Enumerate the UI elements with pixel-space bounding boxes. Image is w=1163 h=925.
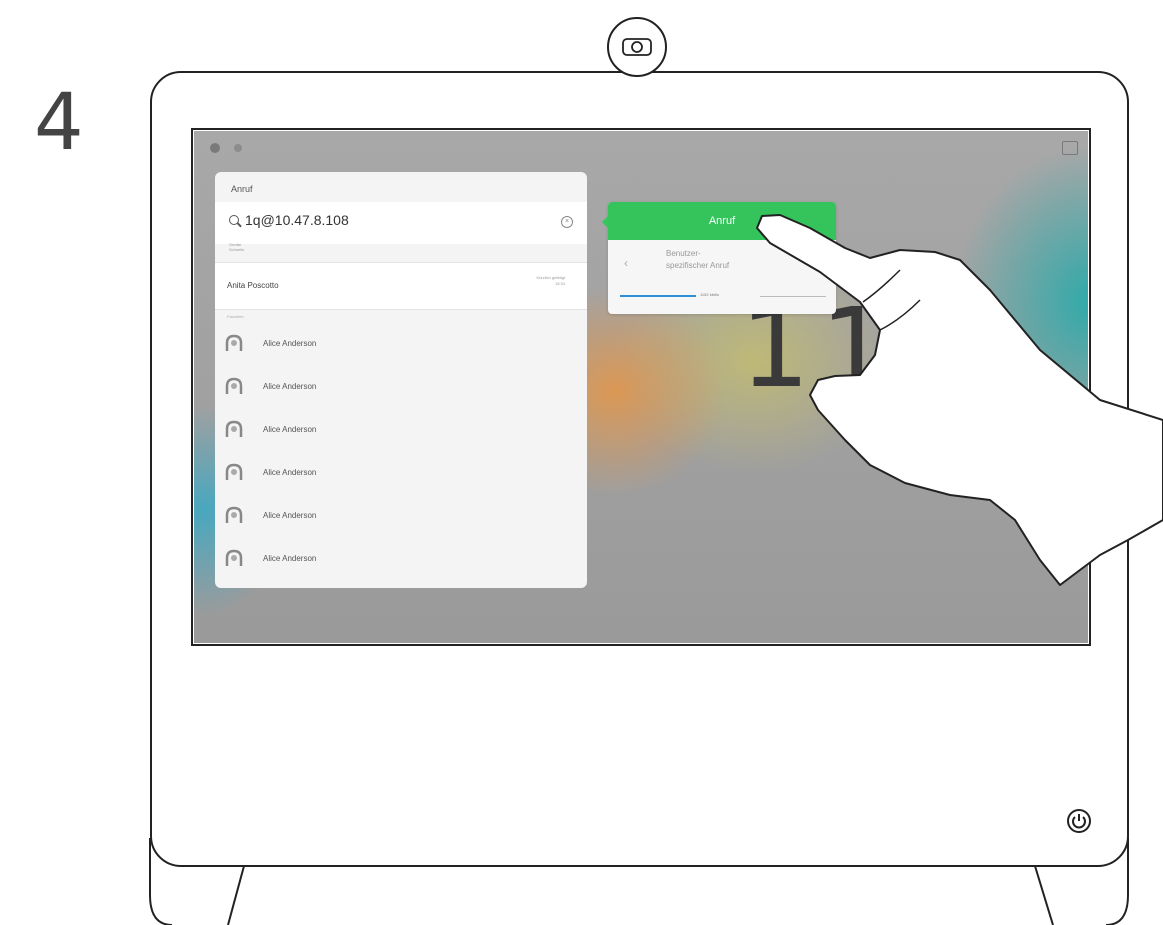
power-icon <box>1067 809 1091 833</box>
power-button[interactable] <box>1066 808 1092 834</box>
pointing-hand-illustration <box>756 214 1163 586</box>
